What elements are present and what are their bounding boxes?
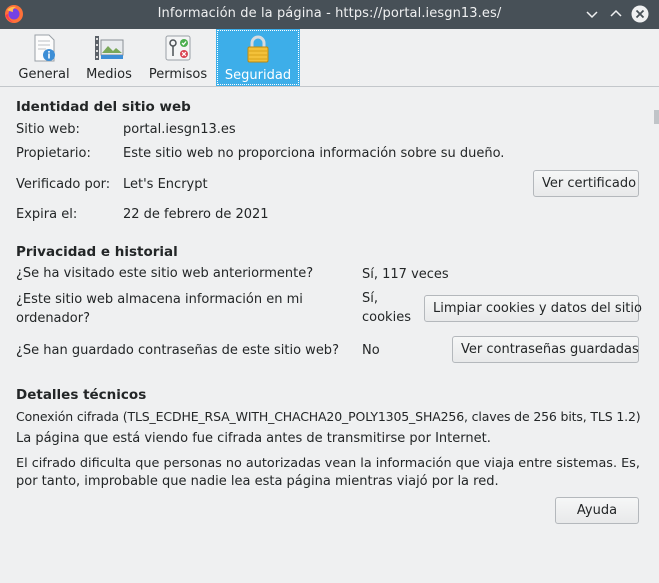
document-info-icon bbox=[34, 34, 55, 62]
tab-general-label: General bbox=[18, 67, 70, 82]
scrollbar[interactable] bbox=[654, 110, 659, 124]
permissions-icon bbox=[165, 35, 191, 61]
tab-seguridad[interactable]: Seguridad bbox=[216, 29, 300, 86]
minimize-icon[interactable] bbox=[583, 5, 601, 23]
owner-label: Propietario: bbox=[16, 146, 91, 161]
view-certificate-button[interactable]: Ver certificado bbox=[533, 170, 639, 197]
website-value: portal.iesgn13.es bbox=[123, 122, 236, 137]
clear-cookies-button[interactable]: Limpiar cookies y datos del sitio bbox=[424, 295, 642, 322]
stores-question-line1: ¿Este sitio web almacena información en … bbox=[16, 292, 303, 307]
tab-permisos[interactable]: Permisos bbox=[144, 30, 212, 85]
padlock-icon bbox=[247, 35, 269, 63]
media-icon bbox=[95, 36, 124, 60]
tab-general[interactable]: General bbox=[14, 30, 74, 85]
explanation-line2: por tanto, improbable que nadie lea esta… bbox=[16, 474, 499, 489]
explanation-line1: El cifrado dificulta que personas no aut… bbox=[16, 456, 640, 471]
verified-by-value: Let's Encrypt bbox=[123, 177, 208, 192]
close-icon[interactable] bbox=[631, 5, 649, 23]
expires-label: Expira el: bbox=[16, 207, 78, 222]
tab-toolbar: General Medios Permisos Seguridad bbox=[0, 29, 659, 87]
visited-question: ¿Se ha visitado este sitio web anteriorm… bbox=[16, 266, 314, 281]
window-title: Información de la página - https://porta… bbox=[157, 6, 502, 21]
help-button[interactable]: Ayuda bbox=[555, 497, 639, 524]
identity-heading: Identidad del sitio web bbox=[16, 99, 191, 115]
tab-seguridad-label: Seguridad bbox=[224, 68, 292, 83]
stores-answer-line1: Sí, bbox=[362, 291, 378, 306]
connection-details: Conexión cifrada (TLS_ECDHE_RSA_WITH_CHA… bbox=[16, 409, 641, 424]
tab-permisos-label: Permisos bbox=[148, 67, 208, 82]
title-bar: Información de la página - https://porta… bbox=[0, 0, 659, 29]
passwords-answer: No bbox=[362, 343, 380, 358]
encrypted-note: La página que está viendo fue cifrada an… bbox=[16, 431, 491, 446]
verified-by-label: Verificado por: bbox=[16, 177, 111, 192]
website-label: Sitio web: bbox=[16, 122, 80, 137]
expires-value: 22 de febrero de 2021 bbox=[123, 207, 269, 222]
tab-medios[interactable]: Medios bbox=[80, 30, 138, 85]
passwords-question: ¿Se han guardado contraseñas de este sit… bbox=[16, 343, 339, 358]
visited-answer: Sí, 117 veces bbox=[362, 267, 449, 282]
technical-heading: Detalles técnicos bbox=[16, 387, 147, 403]
maximize-icon[interactable] bbox=[607, 5, 625, 23]
stores-answer-line2: cookies bbox=[362, 310, 411, 325]
privacy-heading: Privacidad e historial bbox=[16, 244, 178, 260]
view-passwords-button[interactable]: Ver contraseñas guardadas bbox=[452, 336, 639, 363]
owner-value: Este sitio web no proporciona informació… bbox=[123, 146, 505, 161]
stores-question-line2: ordenador? bbox=[16, 311, 90, 326]
tab-medios-label: Medios bbox=[86, 67, 132, 82]
